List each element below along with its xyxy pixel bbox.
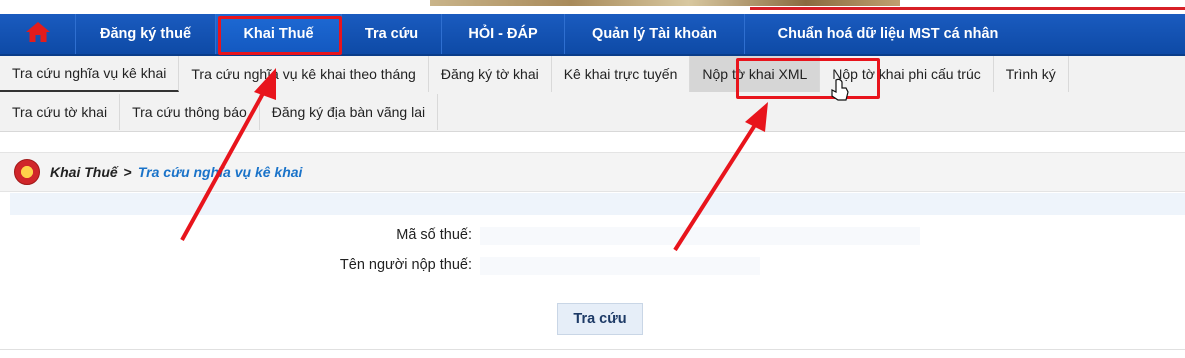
sub-nav-row-1: Tra cứu nghĩa vụ kê khai Tra cứu nghĩa v… (0, 56, 1069, 92)
sub-nav: Tra cứu nghĩa vụ kê khai Tra cứu nghĩa v… (0, 56, 1185, 132)
subnav-tra-cuu-nghia-vu-thang[interactable]: Tra cứu nghĩa vụ kê khai theo tháng (179, 56, 429, 92)
nav-hoi-dap[interactable]: HỎI - ĐÁP (442, 14, 565, 54)
form-header-band (10, 193, 1185, 215)
subnav-tra-cuu-nghia-vu[interactable]: Tra cứu nghĩa vụ kê khai (0, 56, 180, 92)
breadcrumb-root[interactable]: Khai Thuế (50, 164, 118, 180)
breadcrumb-current: Tra cứu nghĩa vụ kê khai (137, 164, 303, 180)
search-button[interactable]: Tra cứu (557, 303, 643, 335)
subnav-tra-cuu-thong-bao[interactable]: Tra cứu thông báo (120, 94, 260, 130)
breadcrumb: Khai Thuế > Tra cứu nghĩa vụ kê khai (0, 152, 1185, 192)
main-nav: Đăng ký thuế Khai Thuế Tra cứu HỎI - ĐÁP… (0, 14, 1185, 56)
home-icon (25, 21, 51, 48)
nav-quan-ly-tai-khoan[interactable]: Quản lý Tài khoản (565, 14, 745, 54)
form-bottom-divider (0, 349, 1185, 350)
top-banner (0, 0, 1185, 12)
subnav-trinh-ky[interactable]: Trình ký (994, 56, 1069, 92)
taxpayer-name-value (480, 257, 760, 275)
nav-khai-thue[interactable]: Khai Thuế (216, 14, 342, 54)
nav-tra-cuu[interactable]: Tra cứu (342, 14, 442, 54)
sub-nav-row-2: Tra cứu tờ khai Tra cứu thông báo Đăng k… (0, 94, 439, 130)
tax-code-value (480, 227, 920, 245)
national-emblem-icon (14, 159, 40, 185)
taxpayer-name-label: Tên người nộp thuế: (339, 257, 472, 273)
subnav-tra-cuu-to-khai[interactable]: Tra cứu tờ khai (0, 94, 121, 130)
tax-code-label: Mã số thuế: (396, 227, 472, 243)
nav-chuan-hoa-du-lieu[interactable]: Chuẩn hoá dữ liệu MST cá nhân (745, 14, 1031, 54)
home-button[interactable] (0, 14, 76, 54)
banner-image (430, 0, 900, 6)
banner-red-stripe (750, 7, 1185, 10)
subnav-dang-ky-to-khai[interactable]: Đăng ký tờ khai (429, 56, 552, 92)
subnav-nop-to-khai-xml[interactable]: Nộp tờ khai XML (690, 56, 821, 92)
search-form: Mã số thuế: Tên người nộp thuế: Tra cứu (0, 193, 1185, 358)
subnav-ke-khai-truc-tuyen[interactable]: Kê khai trực tuyến (552, 56, 691, 92)
subnav-dang-ky-dia-ban-vang-lai[interactable]: Đăng ký địa bàn vãng lai (260, 94, 439, 130)
subnav-nop-to-khai-phi-cau-truc[interactable]: Nộp tờ khai phi cấu trúc (820, 56, 994, 92)
breadcrumb-separator: > (123, 164, 132, 180)
nav-dang-ky-thue[interactable]: Đăng ký thuế (76, 14, 216, 54)
